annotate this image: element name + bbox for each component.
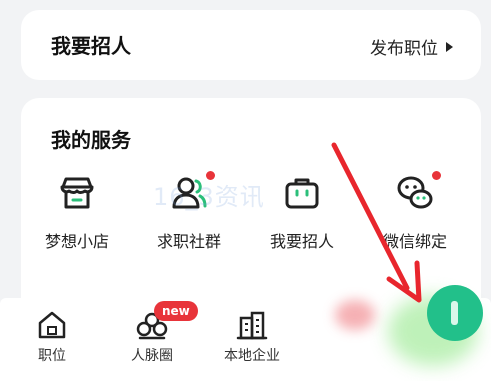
recruit-card[interactable]: 我要招人 发布职位	[21, 10, 481, 80]
service-recruit[interactable]: 我要招人	[252, 173, 352, 252]
service-label: 我要招人	[269, 232, 334, 251]
wechat-icon	[395, 171, 441, 213]
notification-dot	[432, 171, 441, 180]
post-job-label: 发布职位	[370, 39, 438, 59]
tab-jobs[interactable]: 职位	[7, 308, 97, 365]
blurred-red-blob	[335, 300, 375, 330]
building-icon	[235, 308, 269, 342]
services-title: 我的服务	[51, 128, 131, 152]
watermark: 16_3资讯	[153, 183, 265, 211]
service-dream-shop[interactable]: 梦想小店	[27, 173, 127, 252]
tab-local-companies[interactable]: 本地企业	[207, 308, 297, 365]
floating-action-button[interactable]	[427, 285, 483, 341]
service-label: 求职社群	[156, 232, 221, 251]
shop-icon	[57, 173, 97, 213]
post-job-link[interactable]: 发布职位	[370, 34, 453, 59]
recruit-title: 我要招人	[51, 34, 131, 58]
tab-label: 本地企业	[224, 348, 280, 364]
tab-label: 职位	[38, 348, 66, 364]
home-icon	[35, 308, 69, 342]
service-label: 梦想小店	[44, 232, 109, 251]
tab-label: 人脉圈	[131, 348, 173, 364]
service-label: 微信绑定	[382, 232, 447, 251]
briefcase-icon	[282, 173, 322, 213]
play-arrow-icon	[446, 41, 453, 52]
service-wechat-bind[interactable]: 微信绑定	[365, 171, 465, 252]
fab-glyph-icon	[451, 301, 458, 325]
new-badge: new	[154, 301, 198, 321]
